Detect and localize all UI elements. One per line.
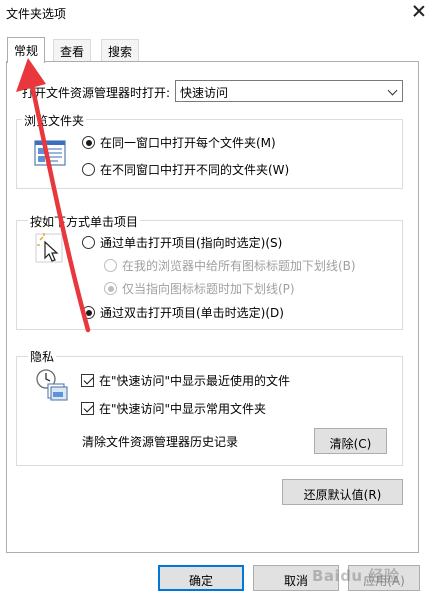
chevron-down-icon bbox=[387, 85, 398, 96]
checkbox-indicator bbox=[81, 374, 94, 387]
radio-different-window[interactable]: 在不同窗口中打开不同的文件夹(W) bbox=[82, 161, 289, 178]
privacy-title: 隐私 bbox=[28, 348, 57, 365]
checkbox-recent-files[interactable]: 在"快速访问"中显示最近使用的文件 bbox=[81, 372, 290, 389]
radio-single-click[interactable]: 通过单击打开项目(指向时选定)(S) bbox=[82, 234, 282, 251]
windows-icon bbox=[34, 140, 66, 166]
clear-history-button[interactable]: 清除(C) bbox=[314, 428, 387, 454]
radio-label: 通过单击打开项目(指向时选定)(S) bbox=[100, 236, 283, 250]
clock-files-icon bbox=[36, 369, 68, 401]
open-explorer-select[interactable]: 快速访问 bbox=[175, 80, 403, 102]
close-icon[interactable] bbox=[413, 5, 425, 17]
checkbox-label: 在"快速访问"中显示常用文件夹 bbox=[99, 402, 267, 416]
checkbox-frequent-folders[interactable]: 在"快速访问"中显示常用文件夹 bbox=[81, 400, 266, 417]
tab-search[interactable]: 搜索 bbox=[101, 39, 140, 61]
radio-label: 在不同窗口中打开不同的文件夹(W) bbox=[100, 163, 290, 177]
radio-indicator bbox=[82, 236, 95, 249]
ok-button[interactable]: 确定 bbox=[158, 565, 244, 591]
radio-label: 在同一窗口中打开每个文件夹(M) bbox=[100, 136, 276, 150]
click-items-title: 按如下方式单击项目 bbox=[28, 213, 141, 230]
clear-history-label: 清除文件资源管理器历史记录 bbox=[82, 435, 239, 449]
open-explorer-value: 快速访问 bbox=[180, 86, 229, 100]
browse-folders-title: 浏览文件夹 bbox=[22, 112, 87, 129]
radio-indicator bbox=[104, 282, 117, 295]
browse-folders-group bbox=[16, 119, 403, 189]
radio-underline-all[interactable]: 在我的浏览器中给所有图标标题加下划线(B) bbox=[104, 257, 356, 274]
checkbox-indicator bbox=[81, 402, 94, 415]
cursor-click-icon bbox=[35, 233, 63, 263]
open-explorer-label: 打开文件资源管理器时打开: bbox=[22, 86, 171, 100]
restore-defaults-button[interactable]: 还原默认值(R) bbox=[282, 479, 403, 505]
tab-general[interactable]: 常规 bbox=[7, 37, 46, 63]
radio-label: 通过双击打开项目(单击时选定)(D) bbox=[100, 306, 284, 320]
radio-underline-hover[interactable]: 仅当指向图标标题时加下划线(P) bbox=[104, 280, 295, 297]
radio-indicator bbox=[82, 306, 95, 319]
tab-view[interactable]: 查看 bbox=[53, 39, 92, 61]
watermark: Baidu 经验 bbox=[312, 567, 400, 585]
radio-indicator bbox=[82, 136, 95, 149]
radio-label: 仅当指向图标标题时加下划线(P) bbox=[122, 282, 295, 296]
radio-double-click[interactable]: 通过双击打开项目(单击时选定)(D) bbox=[82, 304, 284, 321]
radio-label: 在我的浏览器中给所有图标标题加下划线(B) bbox=[122, 259, 356, 273]
radio-same-window[interactable]: 在同一窗口中打开每个文件夹(M) bbox=[82, 134, 276, 151]
radio-indicator bbox=[104, 259, 117, 272]
radio-indicator bbox=[82, 163, 95, 176]
window-title: 文件夹选项 bbox=[6, 7, 67, 21]
checkbox-label: 在"快速访问"中显示最近使用的文件 bbox=[99, 374, 291, 388]
